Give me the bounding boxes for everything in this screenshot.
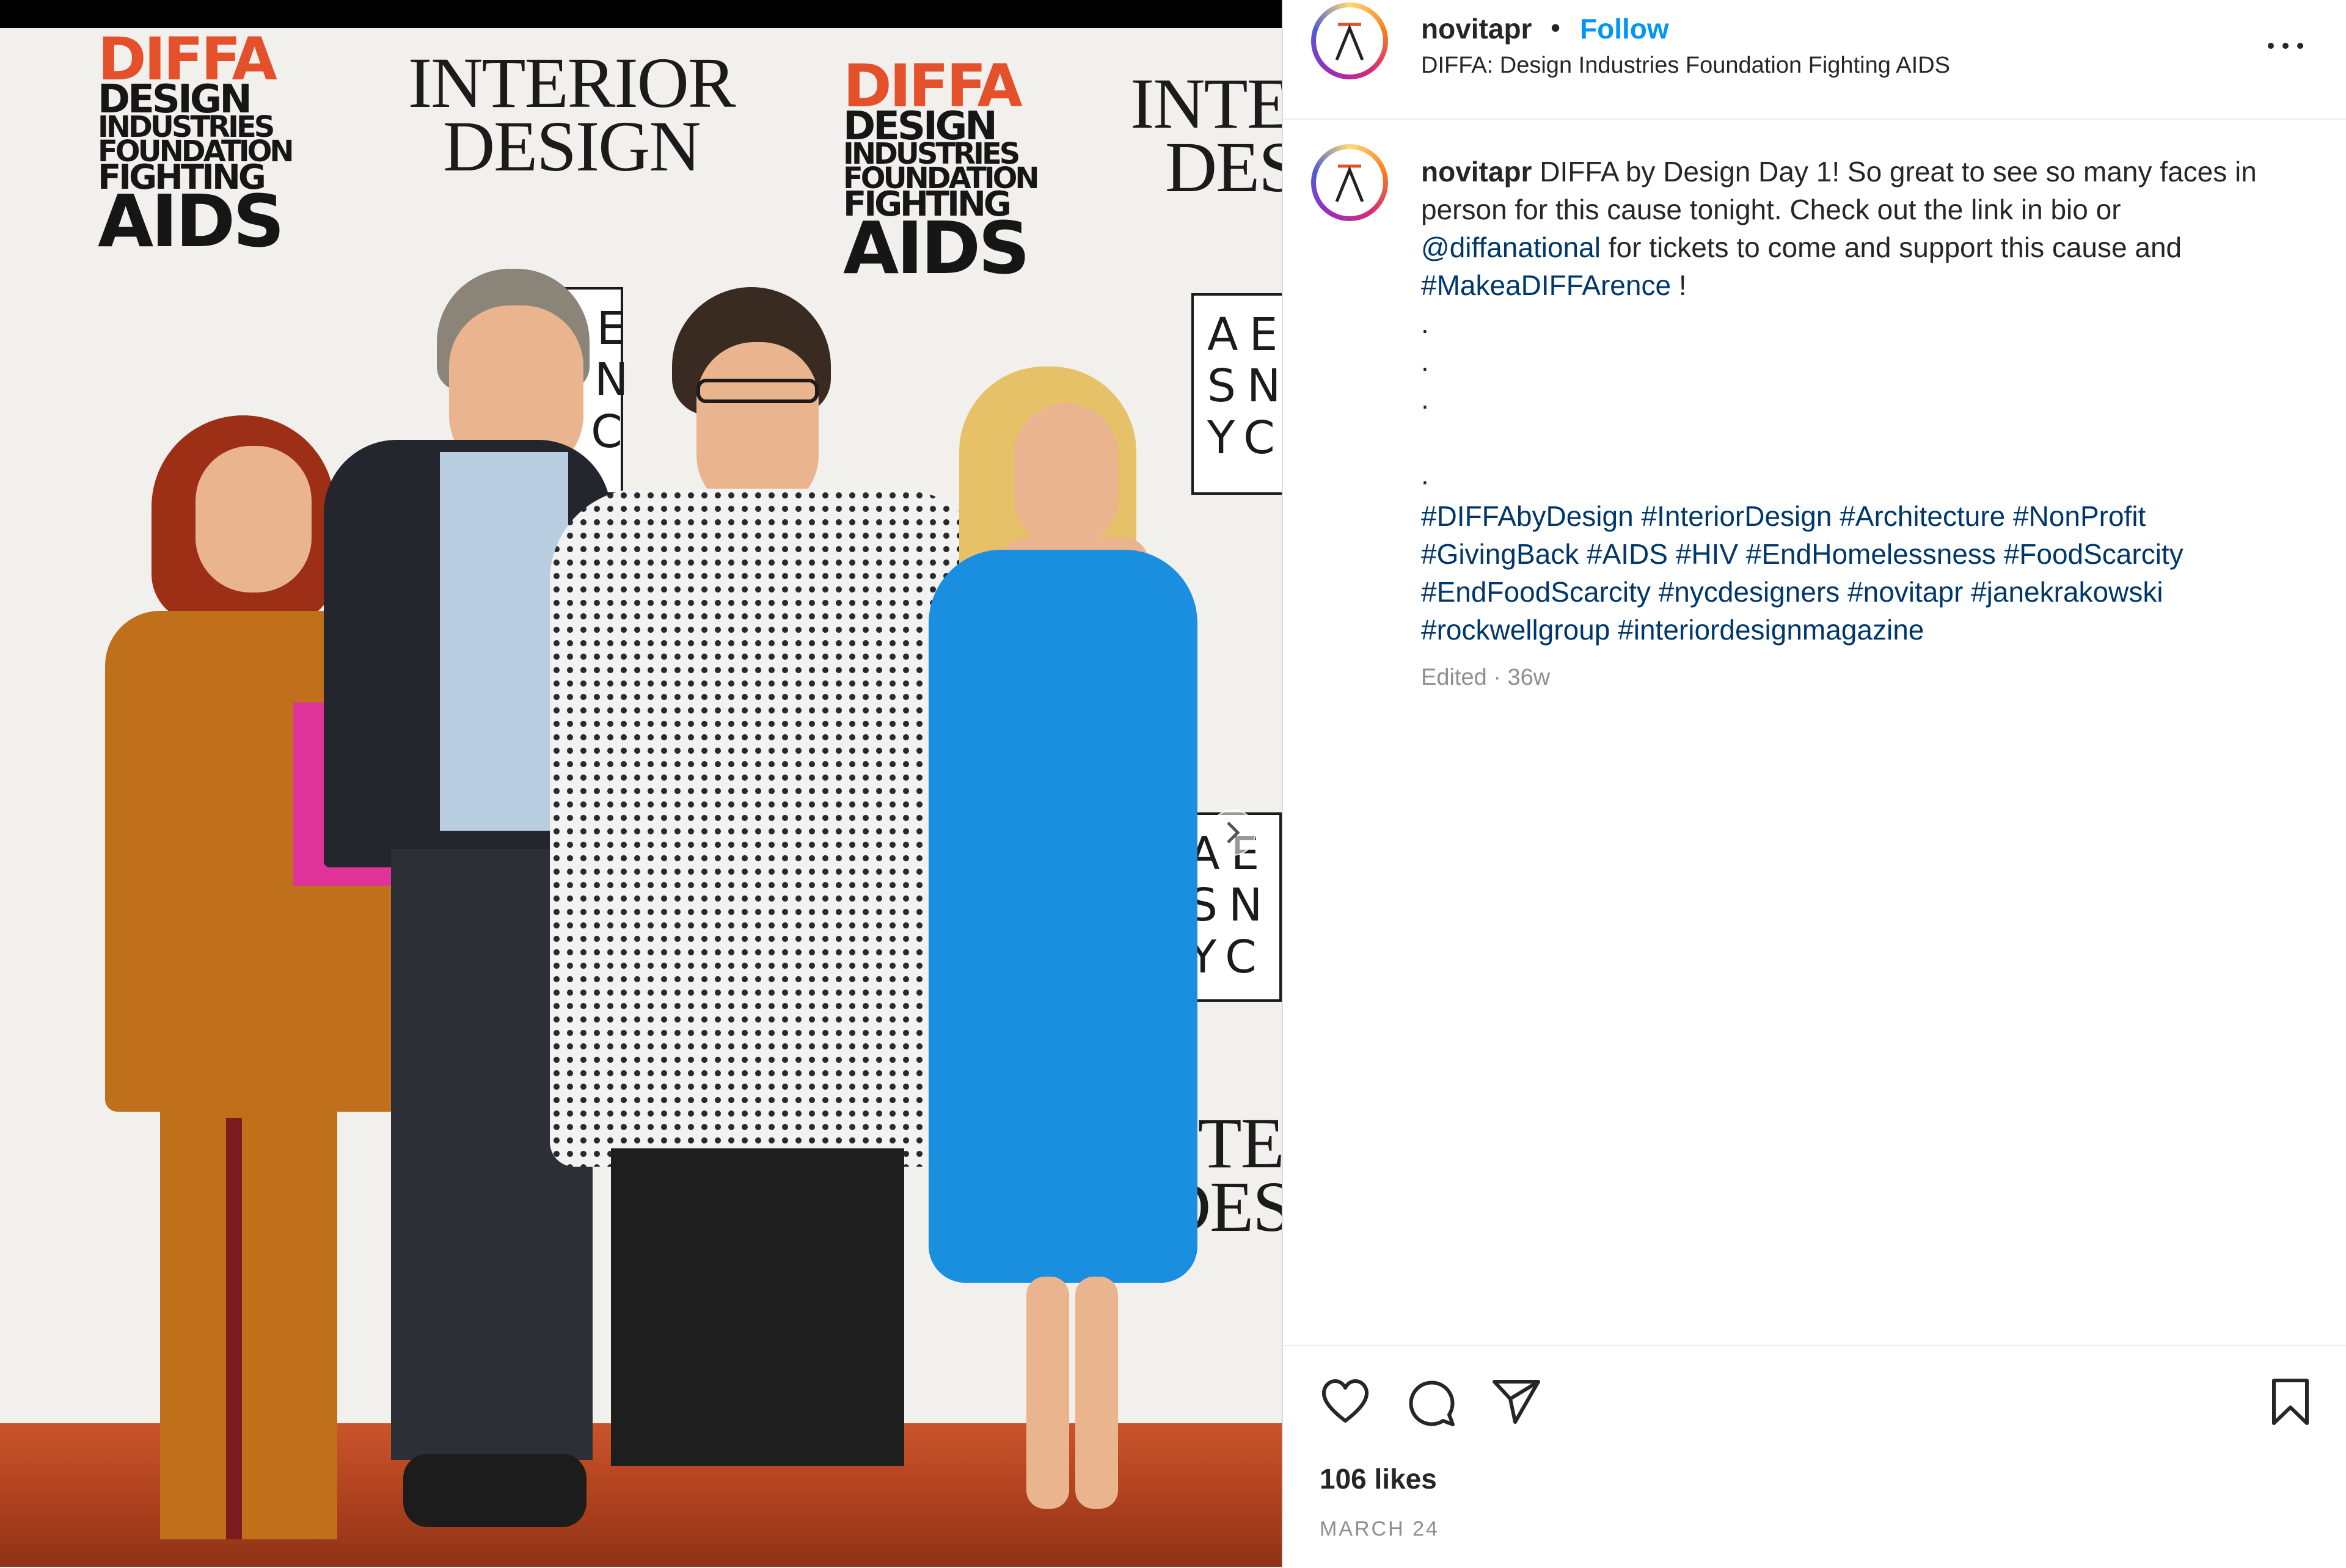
hashtag-link[interactable]: #nycdesigners bbox=[1659, 576, 1840, 608]
hashtag-link[interactable]: #InteriorDesign bbox=[1641, 500, 1832, 532]
caption-dot: . bbox=[1421, 459, 1429, 490]
hashtag-link[interactable]: #MakeaDIFFArence bbox=[1421, 269, 1671, 301]
comment-icon bbox=[1409, 1380, 1455, 1426]
location-link[interactable]: DIFFA: Design Industries Foundation Figh… bbox=[1421, 53, 1950, 79]
caption-dot: . bbox=[1421, 383, 1429, 415]
mention-link[interactable]: @diffanational bbox=[1421, 232, 1601, 263]
chevron-right-icon bbox=[1227, 822, 1240, 844]
hashtag-link[interactable]: #GivingBack bbox=[1421, 538, 1579, 570]
interior-design-logo: INTERIOR DESIGN bbox=[408, 43, 736, 186]
hashtag-link[interactable]: #EndHomelessness bbox=[1746, 538, 1996, 570]
likes-count[interactable]: 106 likes bbox=[1320, 1462, 1437, 1495]
follow-button[interactable]: Follow bbox=[1580, 12, 1669, 45]
header-separator: • bbox=[1551, 12, 1561, 43]
hashtag-link[interactable]: #FoodScarcity bbox=[2004, 538, 2183, 570]
hashtag-link[interactable]: #NonProfit bbox=[2013, 500, 2146, 532]
caption-text: ! bbox=[1678, 269, 1687, 301]
post-photo[interactable]: DIFFA DESIGN INDUSTRIES FOUNDATION FIGHT… bbox=[0, 0, 1282, 1567]
next-photo-button[interactable] bbox=[1210, 809, 1256, 856]
bookmark-icon bbox=[2272, 1379, 2309, 1425]
post-header: novitapr • Follow DIFFA: Design Industri… bbox=[1283, 0, 2346, 120]
edited-timestamp[interactable]: Edited · 36w bbox=[1421, 665, 1550, 691]
hashtag-link[interactable]: #AIDS bbox=[1587, 538, 1668, 570]
caption-text: for tickets to come and support this cau… bbox=[1608, 232, 2182, 263]
post-caption: novitapr DIFFA by Design Day 1! So great… bbox=[1421, 153, 2295, 494]
post-date: MARCH 24 bbox=[1320, 1517, 1439, 1541]
brand-logo-icon bbox=[1335, 23, 1364, 60]
hashtag-link[interactable]: #HIV bbox=[1676, 538, 1738, 570]
diffa-logo: DIFFA DESIGN INDUSTRIES FOUNDATION FIGHT… bbox=[98, 25, 294, 263]
hashtag-link[interactable]: #DIFFAbyDesign bbox=[1421, 500, 1634, 532]
save-button[interactable] bbox=[2269, 1377, 2312, 1430]
brand-logo-icon bbox=[1335, 164, 1364, 202]
comment-button[interactable] bbox=[1405, 1377, 1456, 1430]
more-options-button[interactable] bbox=[2259, 31, 2314, 61]
caption-text: DIFFA by Design Day 1! So great to see s… bbox=[1421, 156, 2257, 225]
aesnyc-logo: AE SN YC bbox=[1191, 293, 1282, 495]
interior-design-logo: INTERIOR DESIGN bbox=[1130, 64, 1282, 207]
caption-dot: . bbox=[1421, 345, 1429, 377]
hashtag-list: #DIFFAbyDesign #InteriorDesign #Architec… bbox=[1421, 497, 2301, 649]
hashtag-link[interactable]: #novitapr bbox=[1847, 576, 1963, 608]
share-button[interactable] bbox=[1491, 1377, 1542, 1429]
hashtag-link[interactable]: #Architecture bbox=[1840, 500, 2005, 532]
diffa-logo: DIFFA DESIGN INDUSTRIES FOUNDATION FIGHT… bbox=[843, 52, 1040, 290]
hashtag-link[interactable]: #EndFoodScarcity bbox=[1421, 576, 1651, 608]
heart-icon bbox=[1321, 1379, 1369, 1423]
caption-avatar[interactable] bbox=[1311, 144, 1388, 221]
more-horizontal-icon bbox=[2268, 43, 2274, 49]
photo-top-bar bbox=[0, 0, 1282, 28]
post-details-panel: novitapr • Follow DIFFA: Design Industri… bbox=[1282, 0, 2346, 1567]
send-icon bbox=[1493, 1380, 1540, 1424]
caption-username[interactable]: novitapr bbox=[1421, 156, 1532, 188]
avatar[interactable] bbox=[1311, 2, 1388, 79]
hashtag-link[interactable]: #rockwellgroup bbox=[1421, 614, 1610, 646]
like-button[interactable] bbox=[1320, 1377, 1371, 1429]
action-bar: 106 likes MARCH 24 bbox=[1283, 1345, 2346, 1568]
hashtag-link[interactable]: #interiordesignmagazine bbox=[1618, 614, 1924, 646]
header-username[interactable]: novitapr bbox=[1421, 12, 1532, 45]
caption-dot: . bbox=[1421, 307, 1429, 339]
hashtag-link[interactable]: #janekrakowski bbox=[1971, 576, 2163, 608]
